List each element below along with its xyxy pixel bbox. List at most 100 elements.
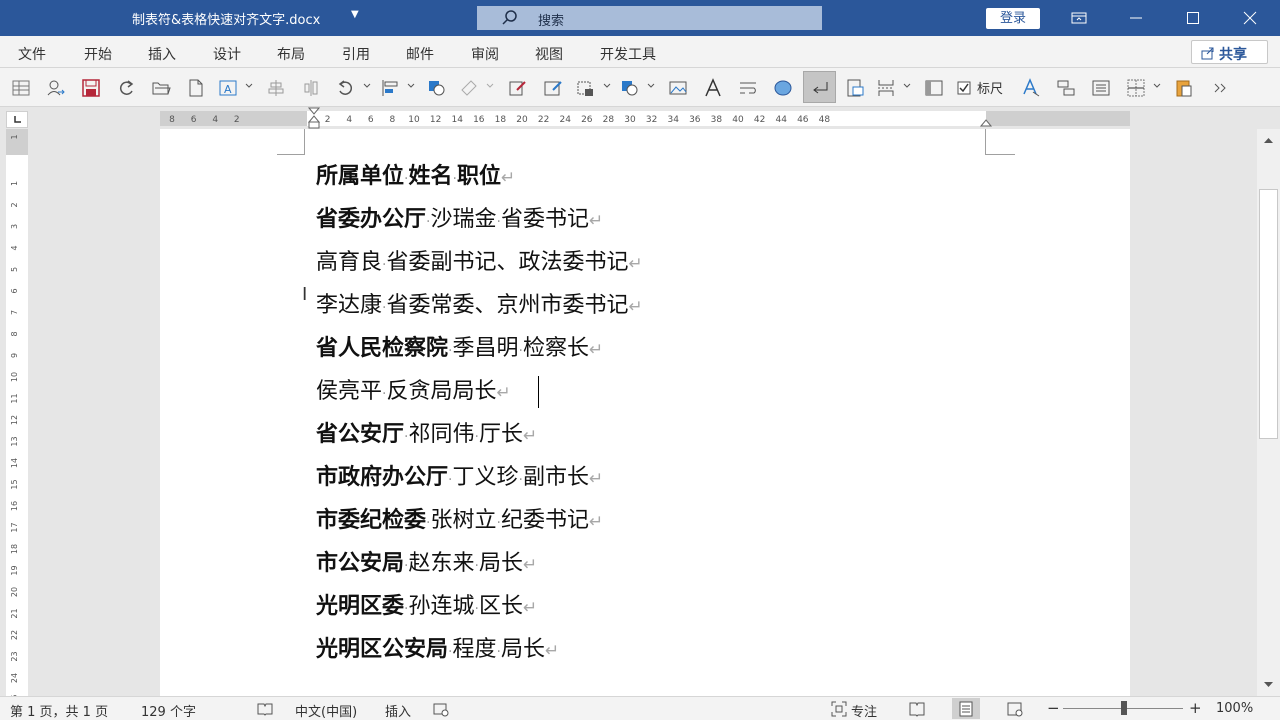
font-icon[interactable] — [703, 78, 723, 98]
properties-icon[interactable] — [1056, 78, 1076, 98]
minimize-button[interactable] — [1113, 0, 1159, 36]
language[interactable]: 中文(中国) — [295, 701, 357, 720]
maximize-button[interactable] — [1170, 0, 1216, 36]
open-folder-icon[interactable] — [151, 78, 171, 98]
more-commands-icon[interactable] — [1210, 78, 1230, 98]
zoom-slider-thumb[interactable] — [1121, 701, 1127, 715]
edit-shape-icon[interactable] — [508, 78, 528, 98]
edit-text-icon[interactable] — [543, 78, 563, 98]
tab-file[interactable]: 文件 — [18, 44, 46, 64]
distribute-icon[interactable] — [301, 78, 321, 98]
align-center-icon[interactable] — [266, 78, 286, 98]
shape-outline-icon[interactable] — [773, 78, 793, 98]
zoom-level[interactable]: 100% — [1216, 701, 1253, 716]
insert-field-icon[interactable] — [845, 78, 865, 98]
picture-icon[interactable] — [668, 78, 688, 98]
document-line[interactable]: 光明区委·孙连城·区长↵ — [316, 593, 537, 623]
document-page[interactable]: 所属单位·姓名·职位↵ 省委办公厅·沙瑞金·省委书记↵ 高育良·省委副书记、政法委书… — [160, 129, 1130, 696]
document-line[interactable]: 李达康·省委常委、京州市委书记↵ — [316, 292, 643, 322]
tab-insert[interactable]: 插入 — [148, 44, 176, 64]
redo-icon[interactable] — [116, 78, 136, 98]
table-grid-icon[interactable] — [11, 78, 31, 98]
shape-fill-icon[interactable] — [427, 78, 447, 98]
text-wrap-icon[interactable] — [738, 78, 758, 98]
align-objects-icon[interactable] — [380, 78, 400, 98]
tab-design[interactable]: 设计 — [213, 44, 241, 64]
list-icon[interactable] — [1091, 78, 1111, 98]
format-painter-icon[interactable] — [459, 78, 479, 98]
document-line[interactable]: 侯亮平·反贪局局长↵ — [316, 378, 511, 408]
login-button[interactable]: 登录 — [986, 8, 1040, 29]
borders-icon[interactable] — [1126, 78, 1146, 98]
page-info[interactable]: 第 1 页，共 1 页 — [10, 701, 108, 720]
font-color-icon[interactable] — [1021, 78, 1041, 98]
focus-label[interactable]: 专注 — [851, 701, 877, 720]
print-layout-view-button[interactable] — [952, 698, 980, 719]
paragraph-mark-icon[interactable] — [810, 78, 830, 98]
horizontal-ruler[interactable]: 8 6 4 2 2 4 6 8 10 12 14 16 18 20 22 24 26 28 30 32 34 36 38 40… — [0, 107, 1280, 129]
text-box-dropdown-icon[interactable] — [245, 83, 253, 89]
tab-references[interactable]: 引用 — [342, 44, 370, 64]
tab-view[interactable]: 视图 — [535, 44, 563, 64]
tab-review[interactable]: 审阅 — [471, 44, 499, 64]
word-count[interactable]: 129 个字 — [141, 701, 196, 720]
share-button[interactable]: 共享 — [1191, 40, 1268, 64]
ruler-tick-label: 8 — [10, 331, 19, 336]
text-box-icon[interactable]: A — [218, 78, 238, 98]
read-mode-icon[interactable] — [908, 701, 926, 717]
tab-layout[interactable]: 布局 — [277, 44, 305, 64]
shapes-dropdown-icon[interactable] — [647, 83, 655, 89]
undo-icon[interactable] — [336, 78, 356, 98]
break-dropdown-icon[interactable] — [903, 83, 911, 89]
minimize-icon — [1130, 17, 1142, 19]
name-text: 高育良 — [316, 250, 383, 275]
web-layout-icon[interactable] — [1006, 701, 1024, 717]
paste-icon[interactable] — [1174, 78, 1194, 98]
borders-dropdown-icon[interactable] — [1153, 83, 1161, 89]
ribbon-display-options-button[interactable] — [1056, 0, 1102, 36]
indent-marker-icon[interactable] — [308, 107, 320, 129]
save-icon[interactable] — [81, 78, 101, 98]
close-button[interactable] — [1227, 0, 1273, 36]
document-line[interactable]: 市政府办公厅·丁义珍·副市长↵ — [316, 464, 603, 494]
document-line[interactable]: 高育良·省委副书记、政法委书记↵ — [316, 249, 643, 279]
document-line[interactable]: 光明区公安局·程度·局长↵ — [316, 636, 559, 666]
title-dropdown-icon[interactable]: ▼ — [351, 9, 359, 20]
page-break-icon[interactable] — [876, 78, 896, 98]
search-box[interactable] — [477, 6, 822, 30]
document-title[interactable]: 制表符&表格快速对齐文字.docx — [132, 9, 320, 28]
proofing-book-icon[interactable] — [256, 701, 274, 717]
format-dropdown-icon[interactable] — [486, 83, 494, 89]
undo-dropdown-icon[interactable] — [363, 83, 371, 89]
ruler-label[interactable]: 标尺 — [977, 78, 1003, 97]
object-dropdown-icon[interactable] — [603, 83, 611, 89]
print-layout-icon[interactable] — [924, 78, 944, 98]
document-line[interactable]: 省人民检察院·季昌明·检察长↵ — [316, 335, 603, 365]
ruler-checkbox[interactable] — [955, 78, 975, 98]
search-placeholder[interactable]: 搜索 — [538, 10, 564, 29]
user-lookup-icon[interactable] — [46, 78, 66, 98]
vertical-scrollbar[interactable] — [1257, 129, 1280, 696]
document-line[interactable]: 市委纪检委·张树立·纪委书记↵ — [316, 507, 603, 537]
right-indent-marker-icon[interactable] — [980, 117, 992, 127]
zoom-out-button[interactable]: − — [1047, 699, 1060, 717]
document-line[interactable]: 市公安局·赵东来·局长↵ — [316, 550, 537, 580]
zoom-in-button[interactable]: + — [1189, 699, 1202, 717]
insert-object-icon[interactable] — [576, 78, 596, 98]
ruler-tick-label: 24 — [559, 115, 571, 125]
scroll-down-icon[interactable] — [1261, 677, 1276, 692]
tab-home[interactable]: 开始 — [84, 44, 112, 64]
insert-mode[interactable]: 插入 — [385, 701, 411, 720]
scroll-up-icon[interactable] — [1261, 133, 1276, 148]
new-document-icon[interactable] — [186, 78, 206, 98]
align-dropdown-icon[interactable] — [407, 83, 415, 89]
document-line[interactable]: 省公安厅·祁同伟·厅长↵ — [316, 421, 537, 451]
document-line[interactable]: 所属单位·姓名·职位↵ — [316, 163, 515, 193]
shapes-icon[interactable] — [620, 78, 640, 98]
macro-record-icon[interactable] — [432, 701, 450, 717]
focus-icon[interactable] — [830, 700, 848, 718]
tab-mailings[interactable]: 邮件 — [406, 44, 434, 64]
document-line[interactable]: 省委办公厅·沙瑞金·省委书记↵ — [316, 206, 603, 236]
scroll-thumb[interactable] — [1259, 189, 1278, 439]
tab-developer[interactable]: 开发工具 — [600, 44, 656, 64]
